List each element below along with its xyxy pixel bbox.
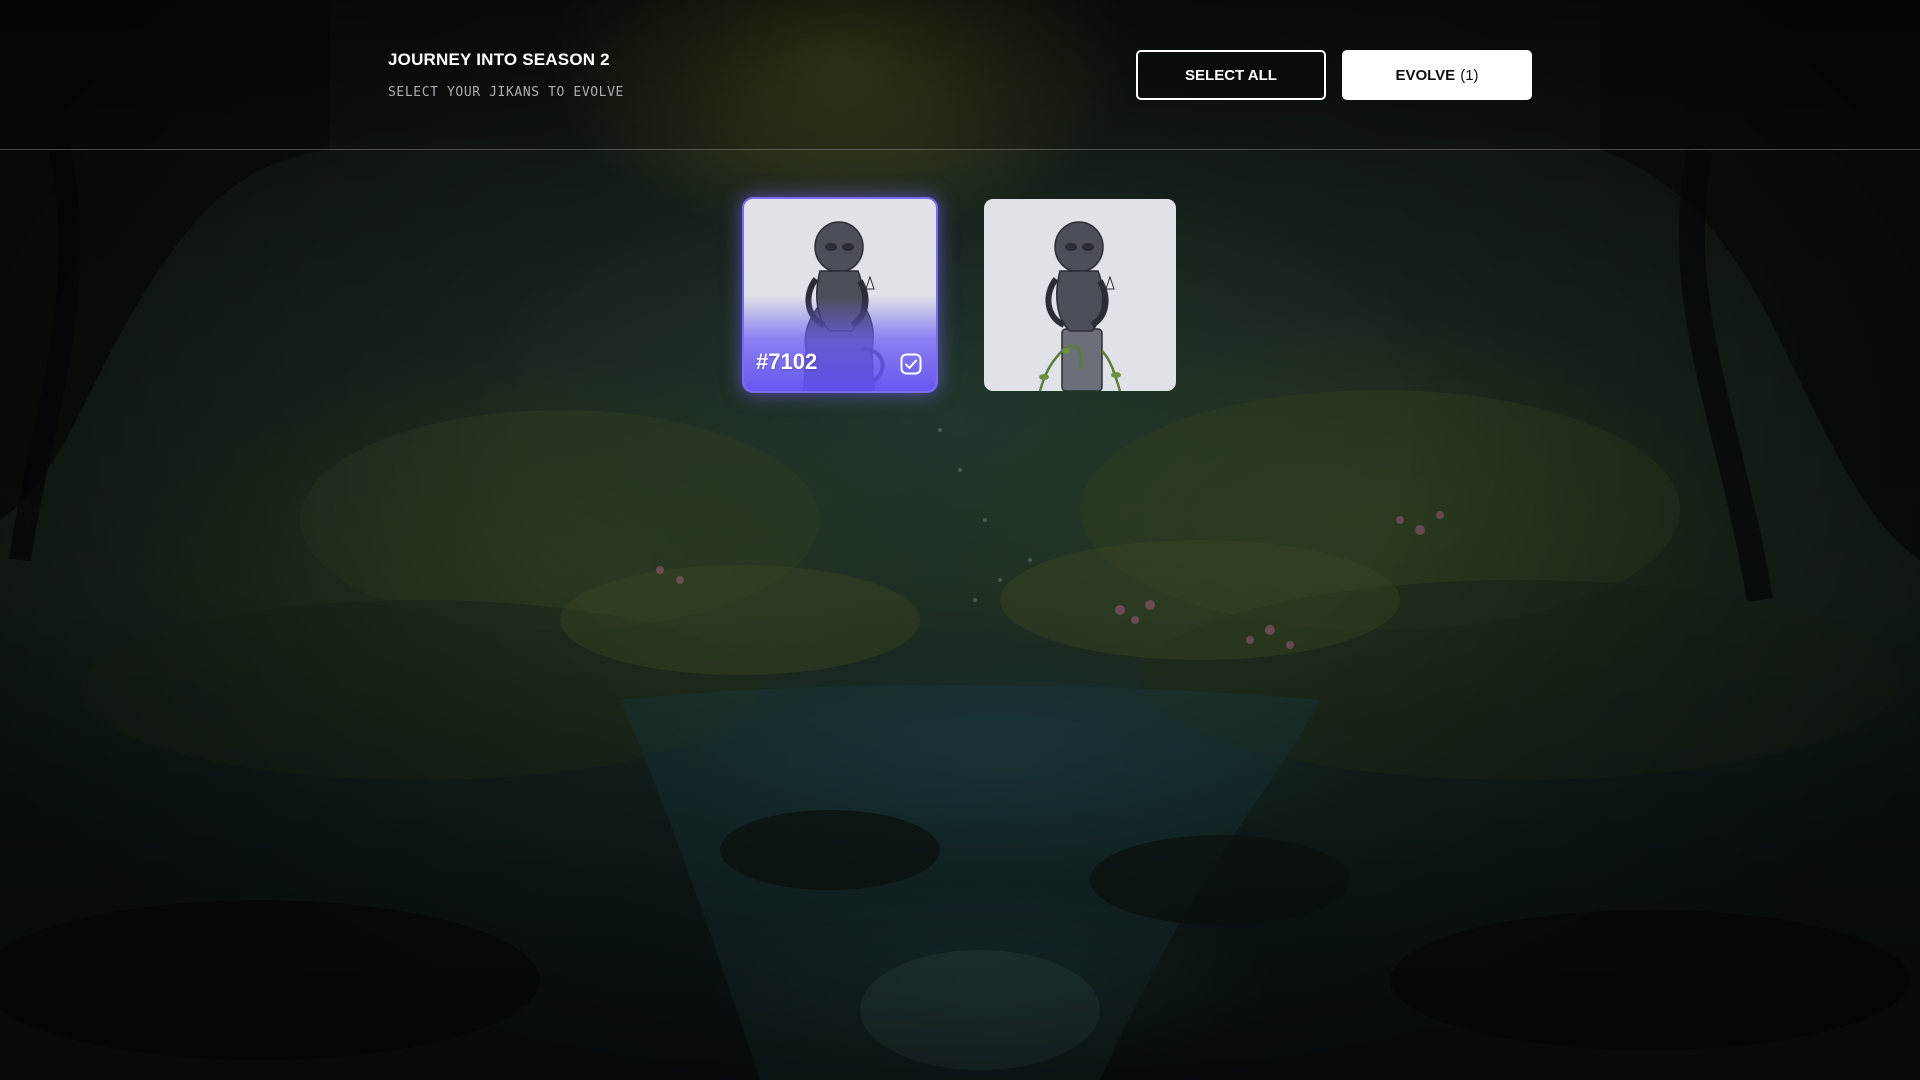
- selected-overlay: [744, 296, 936, 391]
- evolve-button[interactable]: EVOLVE (1): [1342, 50, 1532, 100]
- jikan-card[interactable]: [984, 199, 1176, 391]
- select-all-label: SELECT ALL: [1185, 66, 1277, 84]
- jikan-card[interactable]: #7102: [744, 199, 936, 391]
- select-all-button[interactable]: SELECT ALL: [1136, 50, 1326, 100]
- evolve-count: (1): [1460, 66, 1479, 84]
- page-subtitle: SELECT YOUR JIKANS TO EVOLVE: [388, 85, 624, 100]
- page-header: JOURNEY INTO SEASON 2 SELECT YOUR JIKANS…: [0, 0, 1920, 150]
- jikan-card-grid: #7102: [744, 199, 1176, 391]
- checkbox-checked-icon[interactable]: [900, 353, 922, 375]
- page-title: JOURNEY INTO SEASON 2: [388, 50, 610, 69]
- jikan-artwork: [1038, 221, 1122, 391]
- jungle-background: [0, 0, 1920, 1080]
- evolve-label: EVOLVE: [1395, 66, 1456, 84]
- token-id: #7102: [756, 349, 818, 374]
